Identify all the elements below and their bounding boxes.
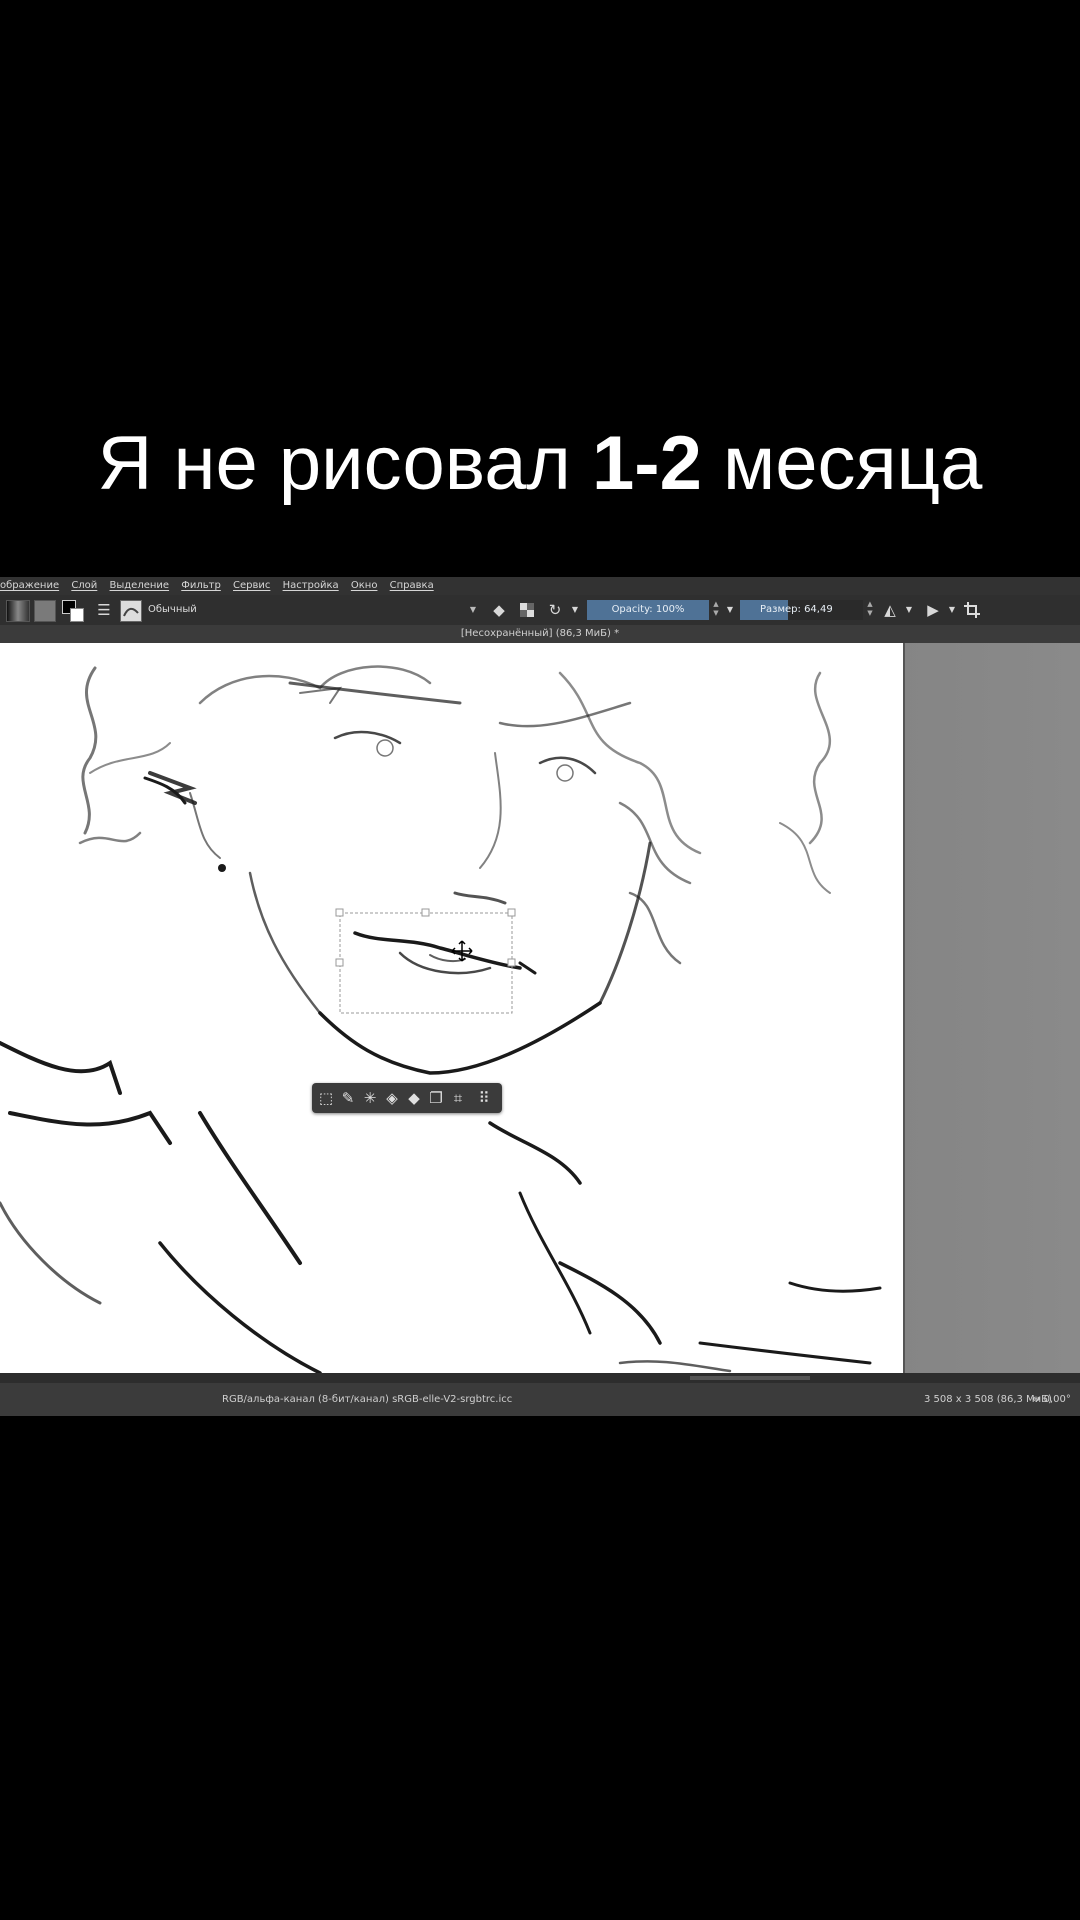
- rotate-arrows-icon: ↔: [1032, 1394, 1044, 1405]
- canvas-border: [903, 643, 905, 1373]
- menu-bar: ображение Слой Выделение Фильтр Сервис Н…: [0, 577, 1080, 595]
- menu-filter[interactable]: Фильтр: [181, 580, 221, 591]
- chevron-down-icon: ▼: [469, 605, 476, 614]
- color-space-info: RGB/альфа-канал (8-бит/канал) sRGB-elle-…: [222, 1394, 513, 1405]
- color-swatches[interactable]: [62, 600, 84, 622]
- status-bar: RGB/альфа-канал (8-бит/канал) sRGB-elle-…: [0, 1383, 1080, 1416]
- drawing-canvas[interactable]: ⬚ ✎ ✳ ◈ ◆ ❐ ⌗ ⠿: [0, 643, 903, 1373]
- menu-help[interactable]: Справка: [390, 580, 434, 591]
- brush-preset-button[interactable]: [120, 600, 142, 622]
- gradient-selector[interactable]: [6, 600, 30, 622]
- caption-emphasis: 1-2: [592, 421, 702, 506]
- opacity-stepper[interactable]: ▲ ▼: [711, 600, 721, 620]
- background-color[interactable]: [70, 608, 84, 622]
- menu-settings[interactable]: Настройка: [283, 580, 339, 591]
- opacity-slider[interactable]: Opacity: 100%: [587, 600, 709, 620]
- scrollbar-thumb[interactable]: [690, 1376, 810, 1380]
- menu-tools[interactable]: Сервис: [233, 580, 270, 591]
- horizontal-scrollbar[interactable]: [0, 1373, 1080, 1383]
- pattern-selector[interactable]: [34, 600, 56, 622]
- menu-image[interactable]: ображение: [0, 580, 59, 591]
- size-stepper[interactable]: ▲ ▼: [865, 600, 875, 620]
- crop-icon[interactable]: [962, 600, 984, 620]
- blend-mode-value: Обычный: [148, 604, 197, 615]
- krita-window: ображение Слой Выделение Фильтр Сервис Н…: [0, 577, 1080, 1416]
- mirror-vertical-icon[interactable]: ▶: [922, 600, 944, 620]
- brush-preview-icon: [123, 607, 139, 617]
- copy-selection-icon[interactable]: ❐: [426, 1088, 446, 1108]
- caption-post: месяца: [701, 421, 983, 506]
- move-cursor-icon: [451, 940, 473, 962]
- rotation-info[interactable]: ↔ 0,00°: [1032, 1383, 1071, 1416]
- fill-bucket-icon[interactable]: ◈: [382, 1088, 402, 1108]
- menu-window[interactable]: Окно: [351, 580, 378, 591]
- opacity-value: Opacity: 100%: [611, 604, 685, 615]
- video-caption: Я не рисовал 1-2 месяца: [0, 420, 1080, 507]
- tool-options-bar: ☰ Обычный ▼ ◆ ↻ ▼ Opacity: 100% ▲ ▼ ▼ Раз…: [0, 595, 1080, 635]
- crop-to-selection-icon[interactable]: ⌗: [448, 1088, 468, 1108]
- chevron-down-icon[interactable]: ▼: [569, 600, 581, 620]
- canvas-viewport[interactable]: ⬚ ✎ ✳ ◈ ◆ ❐ ⌗ ⠿: [0, 643, 1080, 1373]
- blend-mode-select[interactable]: Обычный ▼: [144, 600, 480, 620]
- chevron-down-icon[interactable]: ▼: [903, 600, 915, 620]
- floating-selection-toolbar: ⬚ ✎ ✳ ◈ ◆ ❐ ⌗ ⠿: [312, 1083, 502, 1113]
- list-settings-icon[interactable]: ☰: [94, 600, 114, 620]
- erase-selection-icon[interactable]: ◆: [404, 1088, 424, 1108]
- mirror-horizontal-icon[interactable]: ◭: [879, 600, 901, 620]
- menu-layer[interactable]: Слой: [71, 580, 97, 591]
- chevron-down-icon[interactable]: ▼: [946, 600, 958, 620]
- select-opaque-icon[interactable]: ✳: [360, 1088, 380, 1108]
- document-tab-title[interactable]: [Несохранённый] (86,3 МиБ) *: [0, 625, 1080, 643]
- drag-handle-icon[interactable]: ⠿: [474, 1088, 494, 1108]
- edit-selection-icon[interactable]: ✎: [338, 1088, 358, 1108]
- reload-preset-icon[interactable]: ↻: [545, 600, 565, 620]
- select-all-icon[interactable]: ⬚: [316, 1088, 336, 1108]
- alpha-lock-icon[interactable]: [517, 600, 537, 620]
- brush-size-slider[interactable]: Размер: 64,49 пикс.: [740, 600, 863, 635]
- eraser-icon[interactable]: ◆: [489, 600, 509, 620]
- menu-select[interactable]: Выделение: [110, 580, 170, 591]
- caption-pre: Я не рисовал: [97, 421, 592, 506]
- sketch-drawing: [0, 665, 882, 1373]
- chevron-down-icon[interactable]: ▼: [724, 600, 736, 620]
